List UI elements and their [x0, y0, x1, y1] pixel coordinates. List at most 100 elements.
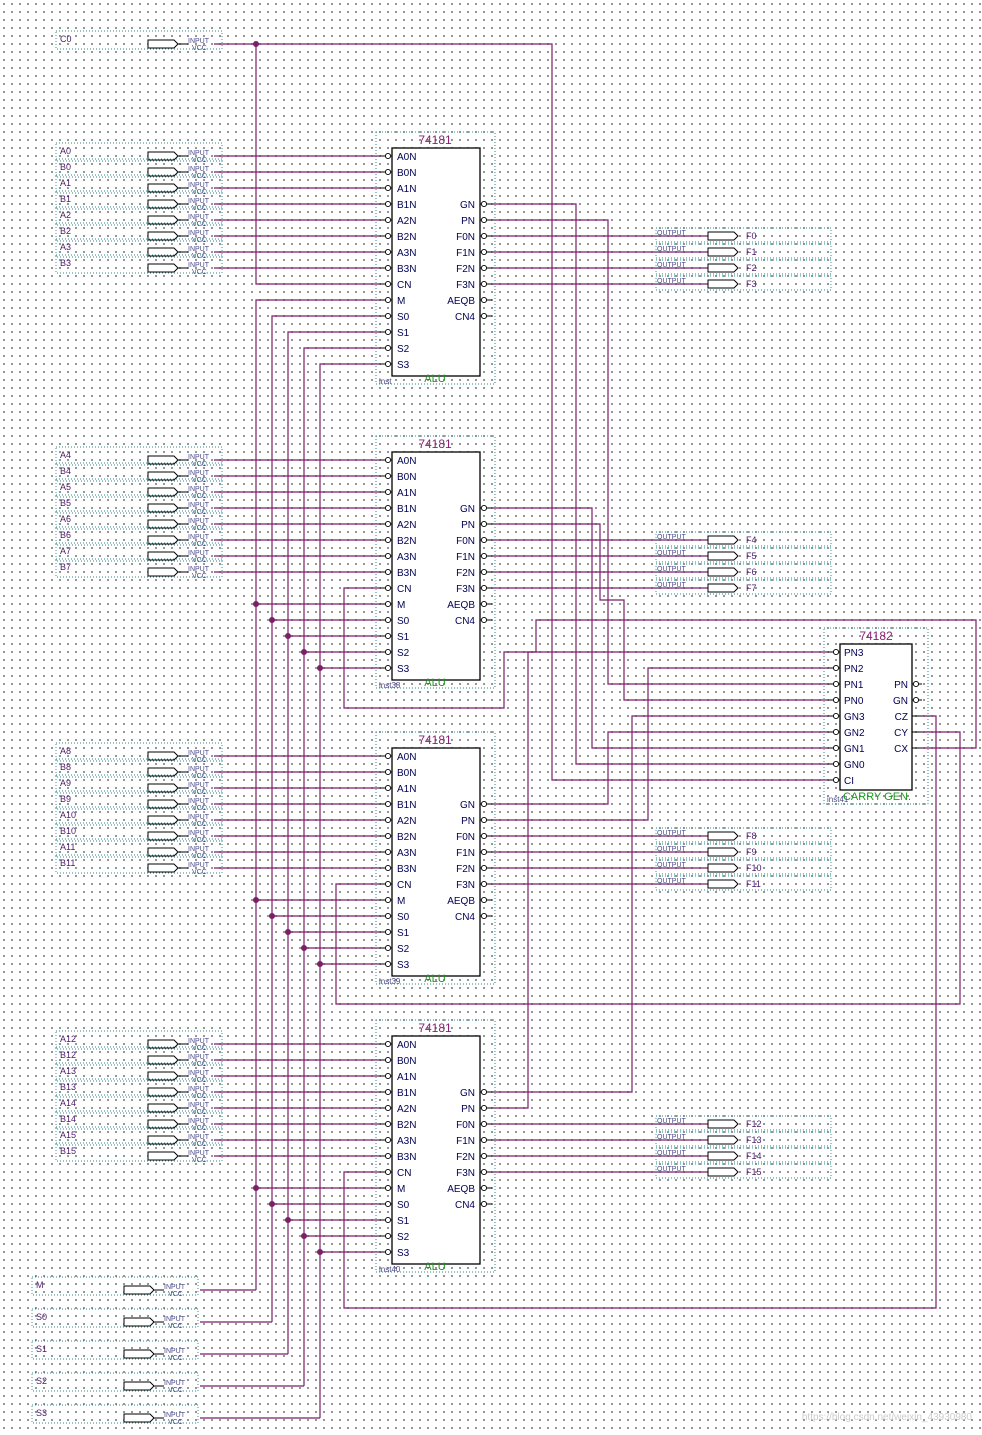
alu-pin-b0n: B0N	[397, 168, 416, 179]
alu-pin-bubble-icon	[480, 568, 488, 576]
alu-pin-bubble-icon	[384, 768, 392, 776]
alu-pin-f1n: F1N	[456, 248, 475, 259]
alu-pin-f2n: F2N	[456, 1152, 475, 1163]
input-port-label: B12	[60, 1050, 76, 1060]
input-port-kind: INPUT	[188, 182, 210, 189]
alu-pin-aeqb: AEQB	[447, 1184, 475, 1195]
input-port-label: A5	[60, 482, 71, 492]
alu-pin-bubble-icon	[384, 200, 392, 208]
input-port-vcc: VCC	[192, 157, 207, 164]
alu-pin-f1n: F1N	[456, 1136, 475, 1147]
alu-pin-bubble-icon	[384, 1216, 392, 1224]
alu-pin-f0n: F0N	[456, 1120, 475, 1131]
junction-dot	[285, 1217, 291, 1223]
input-port-arrow-icon	[147, 1151, 179, 1161]
output-port-arrow-icon	[707, 551, 739, 561]
alu-pin-cn4: CN4	[455, 312, 475, 323]
alu-pin-cn: CN	[397, 1168, 411, 1179]
alu-chip-body	[391, 1035, 481, 1265]
output-port-kind: OUTPUT	[657, 830, 687, 837]
output-port-label: F0	[746, 231, 757, 241]
output-port-arrow-icon	[707, 1151, 739, 1161]
input-port-label: A15	[60, 1130, 76, 1140]
alu-pin-bubble-icon	[480, 552, 488, 560]
carry-pin-gn0: GN0	[844, 760, 865, 771]
alu-pin-cn4: CN4	[455, 912, 475, 923]
output-port-arrow-icon	[707, 567, 739, 577]
output-port-kind: OUTPUT	[657, 534, 687, 541]
pn2-wire	[492, 667, 828, 821]
output-port-label: F14	[746, 1151, 762, 1161]
input-port-vcc: VCC	[192, 541, 207, 548]
output-port-label: F6	[746, 567, 757, 577]
carry-pin-cy: CY	[894, 728, 908, 739]
input-port-vcc: VCC	[192, 1157, 207, 1164]
input-port-ctrl-s3: S3 INPUTVCC	[31, 1404, 199, 1426]
input-port-kind: INPUT	[188, 470, 210, 477]
input-port-arrow-icon	[147, 567, 179, 577]
input-port-kind: INPUT	[188, 1038, 210, 1045]
output-port-f2: OUTPUT F2	[655, 259, 832, 275]
alu-chip-3: 74181 ALU inst40 A0N B0N A1N B1N A2N B2N A3N B3N CN…	[375, 1019, 496, 1274]
alu-pin-f2n: F2N	[456, 264, 475, 275]
input-port-ctrl-m: M INPUTVCC	[31, 1276, 199, 1298]
input-port-kind: INPUT	[188, 798, 210, 805]
input-port-label: B6	[60, 530, 71, 540]
alu-pin-bubble-icon	[384, 360, 392, 368]
carry-pin-pn2: PN2	[844, 664, 864, 675]
input-port-vcc: VCC	[192, 173, 207, 180]
carry-pin-cx: CX	[894, 744, 908, 755]
input-port-vcc: VCC	[192, 1125, 207, 1132]
alu-pin-bubble-icon	[480, 1168, 488, 1176]
chips: 74181ALUinstA0NB0NA1NB1NA2NB2NA3NB3NCNMS…	[375, 131, 929, 1274]
input-port-vcc: VCC	[192, 269, 207, 276]
alu-pin-f1n: F1N	[456, 848, 475, 859]
input-port-arrow-icon	[123, 1413, 155, 1423]
alu-pin-bubble-icon	[384, 800, 392, 808]
alu-pin-bubble-icon	[384, 504, 392, 512]
alu-pin-bubble-icon	[480, 1200, 488, 1208]
alu-pin-bubble-icon	[384, 232, 392, 240]
alu-pin-bubble-icon	[384, 912, 392, 920]
alu-pin-bubble-icon	[384, 816, 392, 824]
alu-chip-instance: inst40	[379, 1265, 401, 1274]
alu-pin-s0: S0	[397, 912, 410, 923]
alu-pin-b3n: B3N	[397, 864, 416, 875]
alu-pin-pn: PN	[461, 816, 475, 827]
alu-pin-bubble-icon	[384, 1232, 392, 1240]
input-port-vcc: VCC	[192, 189, 207, 196]
input-port-kind: INPUT	[188, 1134, 210, 1141]
gn1-wire	[492, 507, 828, 749]
alu-pin-a1n: A1N	[397, 784, 416, 795]
input-port-kind: INPUT	[188, 750, 210, 757]
input-port-vcc: VCC	[192, 509, 207, 516]
input-port-vcc: VCC	[192, 1141, 207, 1148]
junction-dot	[269, 617, 275, 623]
alu-chip-1: 74181 ALU inst38 A0N B0N A1N B1N A2N B2N A3N B3N CN…	[375, 435, 496, 690]
output-port-arrow-icon	[707, 1167, 739, 1177]
carry-pin-ci: CI	[844, 776, 854, 787]
alu-pin-bubble-icon	[480, 832, 488, 840]
alu-pin-bubble-icon	[480, 200, 488, 208]
alu-pin-gn: GN	[460, 1088, 475, 1099]
input-port-label: A12	[60, 1034, 76, 1044]
input-port-label: B2	[60, 226, 71, 236]
input-port-label: S0	[36, 1312, 47, 1322]
input-port-kind: INPUT	[188, 230, 210, 237]
gn2-wire	[492, 731, 828, 805]
alu-pin-b0n: B0N	[397, 768, 416, 779]
output-port-f9: OUTPUT F9	[655, 843, 832, 859]
input-port-vcc: VCC	[192, 461, 207, 468]
output-port-label: F5	[746, 551, 757, 561]
alu-pin-a1n: A1N	[397, 1072, 416, 1083]
alu-pin-bubble-icon	[384, 520, 392, 528]
input-port-kind: INPUT	[164, 1380, 186, 1387]
output-port-f5: OUTPUT F5	[655, 547, 832, 563]
junction-dot	[269, 913, 275, 919]
alu-pin-b2n: B2N	[397, 536, 416, 547]
output-port-f8: OUTPUT F8	[655, 827, 832, 843]
alu-pin-a0n: A0N	[397, 1040, 416, 1051]
input-port-label: A1	[60, 178, 71, 188]
alu-pin-bubble-icon	[480, 600, 488, 608]
alu-pin-a2n: A2N	[397, 520, 416, 531]
